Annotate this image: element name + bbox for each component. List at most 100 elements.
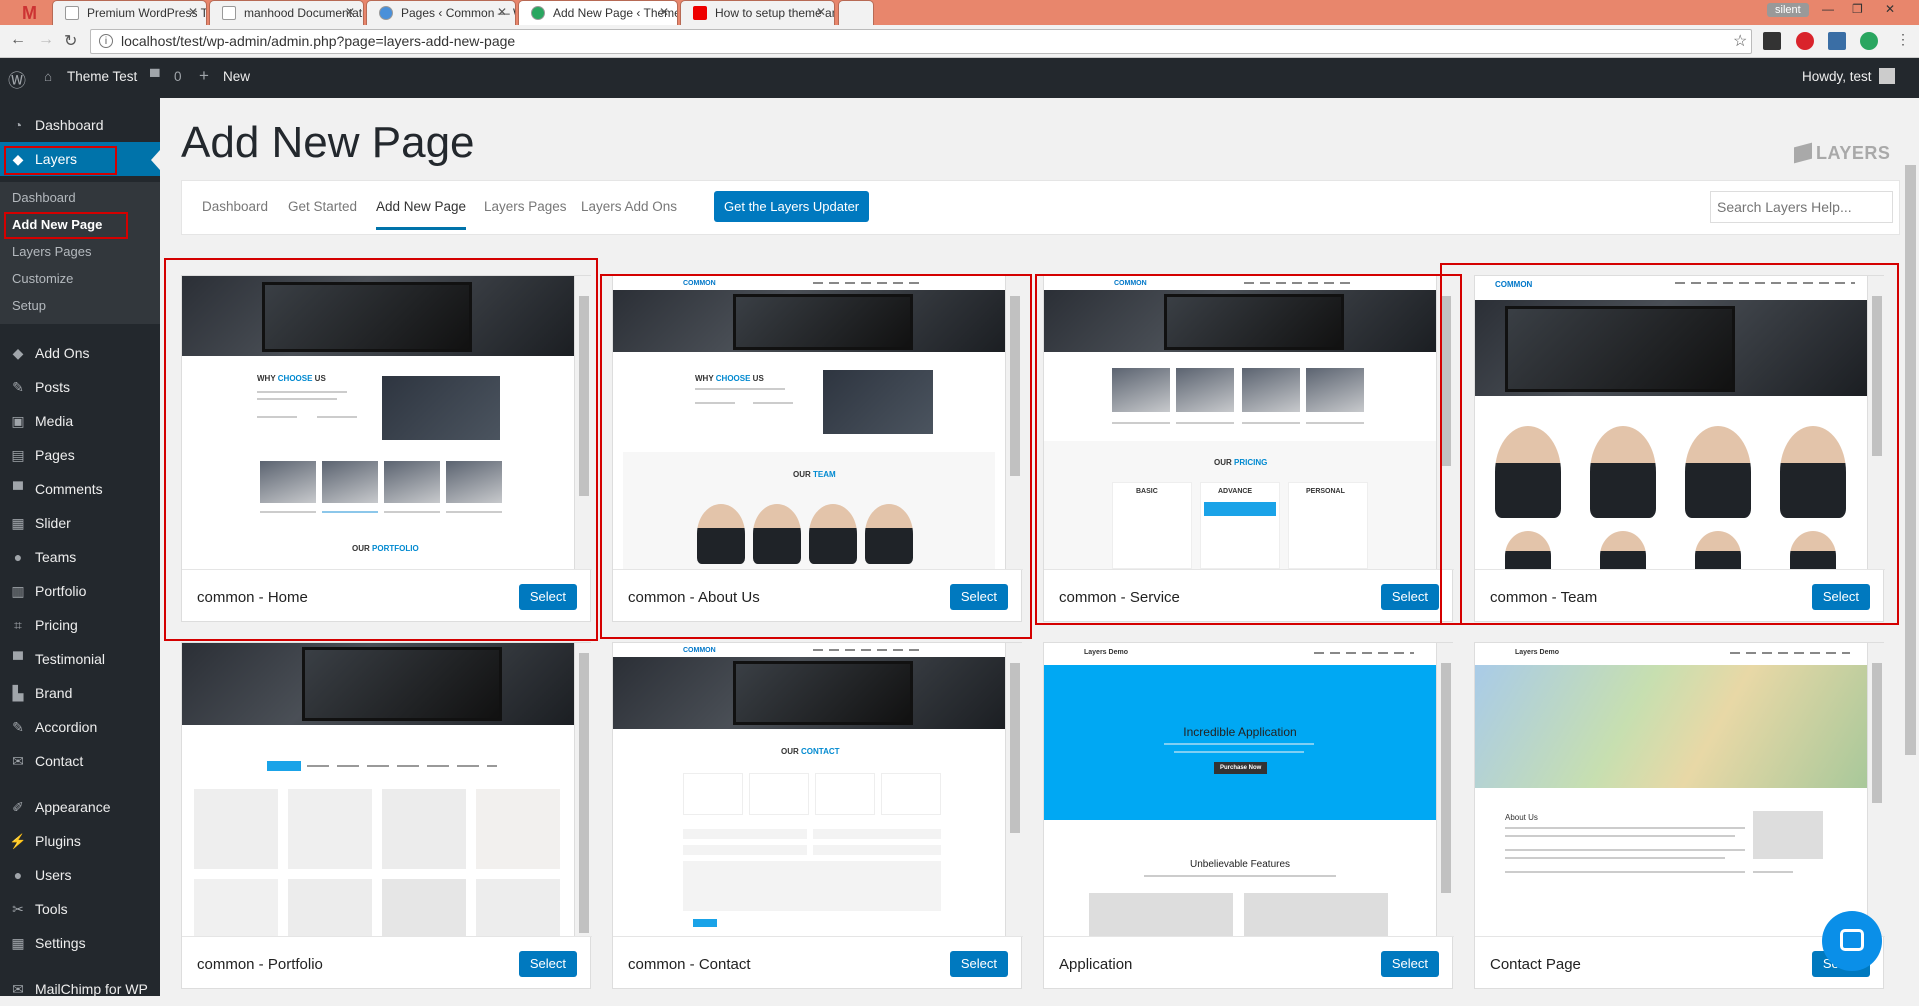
close-icon[interactable]: ✕ bbox=[816, 5, 826, 19]
highlight-box bbox=[1035, 274, 1462, 625]
sidebar-item-tools[interactable]: ✂ Tools bbox=[0, 892, 160, 926]
preview-section-title: About Us bbox=[1505, 813, 1538, 822]
sidebar-item-label: Plugins bbox=[35, 833, 81, 849]
preview-scrollbar[interactable] bbox=[1005, 643, 1023, 936]
site-name-link[interactable]: Theme Test bbox=[67, 69, 137, 84]
sidebar-item-plugins[interactable]: ⚡ Plugins bbox=[0, 824, 160, 858]
wrench-icon: ✂ bbox=[12, 901, 24, 917]
sidebar-item-dashboard[interactable]: ◔ Dashboard bbox=[0, 108, 160, 142]
subnav-get-started[interactable]: Get Started bbox=[288, 199, 357, 214]
mail-icon: ✉ bbox=[12, 753, 24, 769]
sidebar-item-slider[interactable]: ▦ Slider bbox=[0, 506, 160, 540]
sidebar-item-appearance[interactable]: ✐ Appearance bbox=[0, 790, 160, 824]
template-card[interactable]: Layers Demo Incredible Application Purch… bbox=[1043, 642, 1454, 989]
preview-contact-heading: OUR CONTACT bbox=[781, 747, 840, 756]
plus-icon[interactable]: + bbox=[199, 66, 209, 86]
preview-hero bbox=[182, 643, 574, 725]
browser-tab[interactable]: manhood Documentatio ✕ bbox=[209, 0, 364, 25]
minimize-icon[interactable]: — bbox=[1822, 2, 1834, 16]
teams-icon: ● bbox=[13, 549, 23, 565]
sidebar-item-comments[interactable]: ▀ Comments bbox=[0, 472, 160, 506]
howdy-user-link[interactable]: Howdy, test bbox=[1802, 69, 1872, 84]
template-card[interactable]: common - Portfolio Select bbox=[181, 642, 592, 989]
sidebar-item-testimonial[interactable]: ▀ Testimonial bbox=[0, 642, 160, 676]
close-icon[interactable]: ✕ bbox=[659, 5, 669, 19]
reload-icon[interactable]: ↻ bbox=[64, 31, 77, 51]
forward-icon[interactable]: → bbox=[38, 31, 54, 49]
sidebar-item-contact[interactable]: ✉ Contact bbox=[0, 744, 160, 778]
close-window-icon[interactable]: ✕ bbox=[1885, 2, 1895, 16]
sidebar-item-pages[interactable]: ▤ Pages bbox=[0, 438, 160, 472]
subnav-layers-pages[interactable]: Layers Pages bbox=[484, 199, 567, 214]
page-scrollbar[interactable] bbox=[1902, 140, 1919, 996]
sidebar-item-media[interactable]: ▣ Media bbox=[0, 404, 160, 438]
preview-scrollbar[interactable] bbox=[1867, 643, 1885, 936]
sidebar-item-portfolio[interactable]: ▥ Portfolio bbox=[0, 574, 160, 608]
chat-launcher-button[interactable] bbox=[1822, 911, 1882, 971]
preview-scrollbar[interactable] bbox=[574, 643, 592, 936]
wordpress-logo-icon[interactable]: Ⓦ bbox=[8, 67, 26, 93]
sidebar-item-brand[interactable]: ▙ Brand bbox=[0, 676, 160, 710]
url-input[interactable]: i localhost/test/wp-admin/admin.php?page… bbox=[90, 29, 1752, 54]
sidebar-item-label: Pricing bbox=[35, 617, 78, 633]
select-button[interactable]: Select bbox=[518, 951, 577, 977]
sidebar-item-accordion[interactable]: ✎ Accordion bbox=[0, 710, 160, 744]
sidebar-item-pricing[interactable]: ⌗ Pricing bbox=[0, 608, 160, 642]
menu-icon[interactable]: ⋮ bbox=[1896, 31, 1910, 48]
submenu-item-setup[interactable]: Setup bbox=[0, 292, 160, 319]
sidebar-item-settings[interactable]: ▦ Settings bbox=[0, 926, 160, 960]
new-content-link[interactable]: New bbox=[223, 69, 250, 84]
bookmark-star-icon[interactable]: ☆ bbox=[1733, 31, 1747, 51]
close-icon[interactable]: ✕ bbox=[345, 5, 355, 19]
extension-icon[interactable] bbox=[1828, 32, 1846, 50]
subnav-dashboard[interactable]: Dashboard bbox=[202, 199, 268, 214]
gmail-icon[interactable]: M bbox=[22, 3, 37, 24]
sidebar-item-mailchimp[interactable]: ✉ MailChimp for WP bbox=[0, 972, 160, 1006]
browser-tab-active[interactable]: Add New Page ‹ Theme T ✕ bbox=[518, 0, 678, 25]
new-tab-button[interactable] bbox=[838, 0, 874, 25]
url-text: localhost/test/wp-admin/admin.php?page=l… bbox=[121, 33, 516, 49]
info-icon[interactable]: i bbox=[99, 34, 113, 48]
favicon-icon bbox=[65, 6, 79, 20]
submenu-item-dashboard[interactable]: Dashboard bbox=[0, 184, 160, 211]
pages-icon: ▤ bbox=[11, 447, 25, 463]
preview-hero-title: Incredible Application bbox=[1183, 725, 1297, 739]
comment-icon[interactable]: ▀ bbox=[150, 69, 160, 84]
submenu-item-customize[interactable]: Customize bbox=[0, 265, 160, 292]
get-layers-updater-button[interactable]: Get the Layers Updater bbox=[714, 191, 870, 222]
maximize-icon[interactable]: ❐ bbox=[1852, 2, 1863, 16]
submenu-item-layers-pages[interactable]: Layers Pages bbox=[0, 238, 160, 265]
close-icon[interactable]: ✕ bbox=[188, 5, 198, 19]
template-preview: Layers Demo About Us bbox=[1475, 643, 1885, 936]
sidebar-item-add-ons[interactable]: ◆ Add Ons bbox=[0, 336, 160, 370]
adblock-icon[interactable] bbox=[1796, 32, 1814, 50]
layers-brand-text: LAYERS bbox=[1816, 143, 1891, 163]
template-card[interactable]: COMMON OUR CONTACT common - Contact Sele… bbox=[612, 642, 1023, 989]
subnav-layers-add-ons[interactable]: Layers Add Ons bbox=[581, 199, 677, 214]
close-icon[interactable]: ✕ bbox=[497, 5, 507, 19]
extension-icon[interactable] bbox=[1763, 32, 1781, 50]
preview-scrollbar[interactable] bbox=[1436, 643, 1454, 936]
select-button[interactable]: Select bbox=[1380, 951, 1439, 977]
active-arrow bbox=[151, 150, 160, 170]
sidebar-item-label: Dashboard bbox=[35, 117, 104, 133]
select-button[interactable]: Select bbox=[949, 951, 1008, 977]
home-icon[interactable]: ⌂ bbox=[44, 69, 52, 84]
search-layers-help-input[interactable] bbox=[1710, 191, 1893, 223]
subnav-add-new-page[interactable]: Add New Page bbox=[376, 199, 467, 230]
browser-tab[interactable]: How to setup theme and ✕ bbox=[680, 0, 835, 25]
browser-tab[interactable]: Pages ‹ Common — Wo✕ bbox=[366, 0, 516, 25]
sidebar-item-teams[interactable]: ● Teams bbox=[0, 540, 160, 574]
back-icon[interactable]: ← bbox=[10, 31, 26, 49]
layers-submenu: Dashboard Add New Page Layers Pages Cust… bbox=[0, 182, 160, 324]
avatar[interactable] bbox=[1879, 68, 1895, 84]
browser-tab[interactable]: Premium WordPress The✕ bbox=[52, 0, 207, 25]
profile-badge[interactable]: silent bbox=[1767, 3, 1809, 17]
sidebar-item-posts[interactable]: ✎ Posts bbox=[0, 370, 160, 404]
sidebar-item-label: Portfolio bbox=[35, 583, 87, 599]
sidebar-item-users[interactable]: ● Users bbox=[0, 858, 160, 892]
comments-count[interactable]: 0 bbox=[174, 69, 182, 84]
grammarly-icon[interactable] bbox=[1860, 32, 1878, 50]
media-icon: ▣ bbox=[11, 413, 25, 429]
scrollbar-thumb[interactable] bbox=[1905, 165, 1916, 755]
